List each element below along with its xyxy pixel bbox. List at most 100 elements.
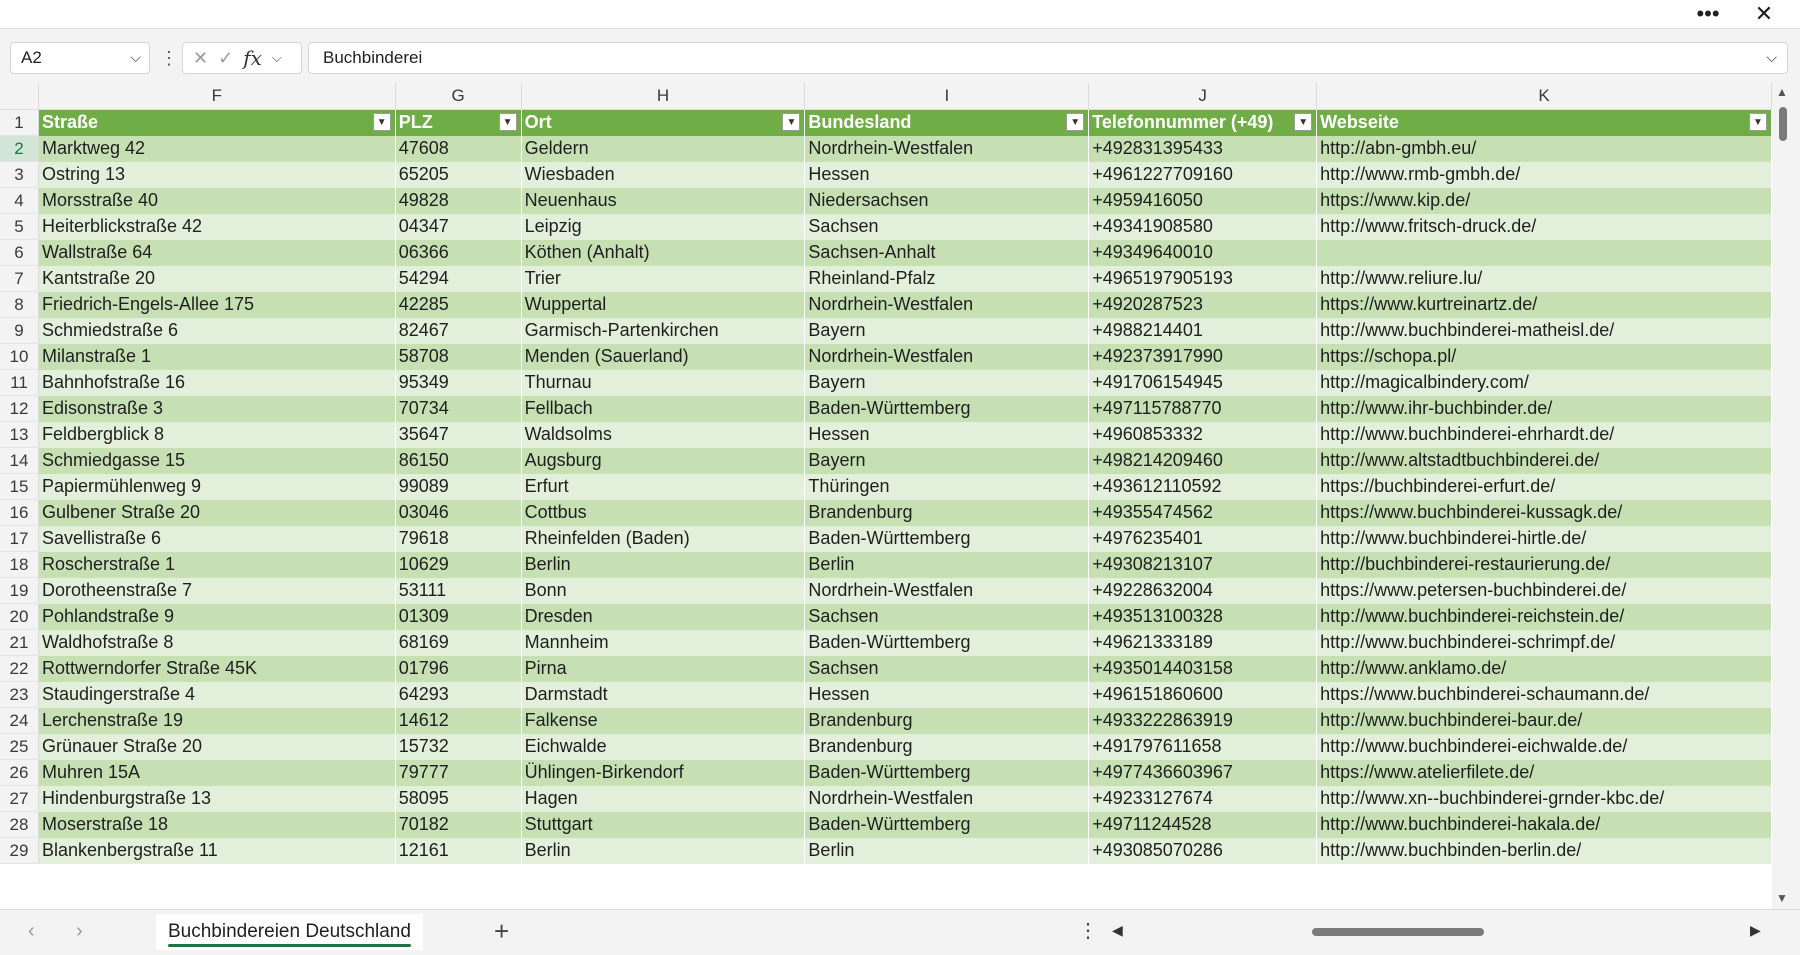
header-cell-telefon[interactable]: Telefonnummer (+49) ▼ xyxy=(1088,109,1318,136)
cell-strasse[interactable]: Milanstraße 1 xyxy=(38,343,396,370)
cell-telefon[interactable]: +492831395433 xyxy=(1088,135,1318,162)
cell-bundesland[interactable]: Bayern xyxy=(804,317,1090,344)
cell-strasse[interactable]: Kantstraße 20 xyxy=(38,265,396,292)
cell-strasse[interactable]: Marktweg 42 xyxy=(38,135,396,162)
cell-webseite[interactable]: https://www.atelierfilete.de/ xyxy=(1316,759,1772,786)
cell-strasse[interactable]: Ostring 13 xyxy=(38,161,396,188)
more-options-icon[interactable]: ••• xyxy=(1686,0,1730,28)
cell-plz[interactable]: 86150 xyxy=(395,447,522,474)
cell-telefon[interactable]: +4988214401 xyxy=(1088,317,1318,344)
row-header[interactable]: 16 xyxy=(0,499,39,526)
cell-webseite[interactable]: http://magicalbindery.com/ xyxy=(1316,369,1772,396)
cell-strasse[interactable]: Wallstraße 64 xyxy=(38,239,396,266)
cell-ort[interactable]: Garmisch-Partenkirchen xyxy=(521,317,806,344)
cell-strasse[interactable]: Bahnhofstraße 16 xyxy=(38,369,396,396)
cell-webseite[interactable]: http://www.fritsch-druck.de/ xyxy=(1316,213,1772,240)
row-header[interactable]: 23 xyxy=(0,681,39,708)
cell-plz[interactable]: 58708 xyxy=(395,343,522,370)
cell-strasse[interactable]: Moserstraße 18 xyxy=(38,811,396,838)
cell-bundesland[interactable]: Bayern xyxy=(804,369,1090,396)
cell-webseite[interactable]: http://www.buchbinderei-hirtle.de/ xyxy=(1316,525,1772,552)
cell-ort[interactable]: Hagen xyxy=(521,785,806,812)
cell-bundesland[interactable]: Nordrhein-Westfalen xyxy=(804,577,1090,604)
cell-webseite[interactable]: http://www.altstadtbuchbinderei.de/ xyxy=(1316,447,1772,474)
cell-plz[interactable]: 15732 xyxy=(395,733,522,760)
row-header[interactable]: 27 xyxy=(0,785,39,812)
column-header-k[interactable]: K xyxy=(1316,83,1772,110)
cell-plz[interactable]: 68169 xyxy=(395,629,522,656)
cell-bundesland[interactable]: Hessen xyxy=(804,421,1090,448)
row-header[interactable]: 6 xyxy=(0,239,39,266)
cell-bundesland[interactable]: Sachsen-Anhalt xyxy=(804,239,1090,266)
row-header[interactable]: 5 xyxy=(0,213,39,240)
cell-strasse[interactable]: Hindenburgstraße 13 xyxy=(38,785,396,812)
scroll-down-icon[interactable]: ▼ xyxy=(1776,891,1788,905)
cell-plz[interactable]: 01309 xyxy=(395,603,522,630)
vertical-dots-icon[interactable]: ⋮ xyxy=(160,48,178,69)
filter-dropdown-icon[interactable]: ▼ xyxy=(1294,113,1313,131)
cell-bundesland[interactable]: Baden-Württemberg xyxy=(804,759,1090,786)
cell-strasse[interactable]: Grünauer Straße 20 xyxy=(38,733,396,760)
cell-telefon[interactable]: +498214209460 xyxy=(1088,447,1318,474)
horizontal-scrollbar[interactable]: ◀ ▶ xyxy=(1108,920,1768,942)
cell-strasse[interactable]: Edisonstraße 3 xyxy=(38,395,396,422)
cell-bundesland[interactable]: Brandenburg xyxy=(804,733,1090,760)
cell-telefon[interactable]: +49711244528 xyxy=(1088,811,1318,838)
cell-webseite[interactable]: http://buchbinderei-restaurierung.de/ xyxy=(1316,551,1772,578)
scroll-right-icon[interactable]: ▶ xyxy=(1750,922,1761,939)
cell-telefon[interactable]: +49308213107 xyxy=(1088,551,1318,578)
cell-bundesland[interactable]: Berlin xyxy=(804,837,1090,864)
cell-ort[interactable]: Wuppertal xyxy=(521,291,806,318)
cell-ort[interactable]: Mannheim xyxy=(521,629,806,656)
cell-ort[interactable]: Fellbach xyxy=(521,395,806,422)
cell-ort[interactable]: Falkense xyxy=(521,707,806,734)
cell-bundesland[interactable]: Nordrhein-Westfalen xyxy=(804,135,1090,162)
cell-ort[interactable]: Erfurt xyxy=(521,473,806,500)
add-sheet-icon[interactable]: + xyxy=(494,916,509,947)
cell-telefon[interactable]: +4977436603967 xyxy=(1088,759,1318,786)
cell-webseite[interactable]: http://www.xn--buchbinderei-grnder-kbc.d… xyxy=(1316,785,1772,812)
cell-ort[interactable]: Berlin xyxy=(521,551,806,578)
row-header[interactable]: 15 xyxy=(0,473,39,500)
row-header[interactable]: 22 xyxy=(0,655,39,682)
cell-plz[interactable]: 03046 xyxy=(395,499,522,526)
cell-ort[interactable]: Leipzig xyxy=(521,213,806,240)
header-cell-ort[interactable]: Ort ▼ xyxy=(521,109,806,136)
cell-ort[interactable]: Eichwalde xyxy=(521,733,806,760)
column-header-i[interactable]: I xyxy=(804,83,1090,110)
cell-webseite[interactable]: http://www.reliure.lu/ xyxy=(1316,265,1772,292)
cell-ort[interactable]: Pirna xyxy=(521,655,806,682)
formula-input[interactable]: Buchbinderei ⌵ xyxy=(308,42,1788,74)
sheet-tab-buchbindereien-deutschland[interactable]: Buchbindereien Deutschland xyxy=(156,914,423,950)
vertical-scroll-thumb[interactable] xyxy=(1779,107,1787,141)
cell-telefon[interactable]: +493085070286 xyxy=(1088,837,1318,864)
cell-ort[interactable]: Menden (Sauerland) xyxy=(521,343,806,370)
cell-webseite[interactable]: https://www.kurtreinartz.de/ xyxy=(1316,291,1772,318)
cell-plz[interactable]: 95349 xyxy=(395,369,522,396)
cell-bundesland[interactable]: Brandenburg xyxy=(804,499,1090,526)
insert-function-icon[interactable]: fx xyxy=(243,46,262,70)
cell-strasse[interactable]: Muhren 15A xyxy=(38,759,396,786)
cell-bundesland[interactable]: Baden-Württemberg xyxy=(804,525,1090,552)
scroll-left-icon[interactable]: ◀ xyxy=(1112,922,1123,939)
cell-plz[interactable]: 54294 xyxy=(395,265,522,292)
cancel-icon[interactable]: ✕ xyxy=(193,48,208,69)
cell-telefon[interactable]: +4961227709160 xyxy=(1088,161,1318,188)
cell-bundesland[interactable]: Hessen xyxy=(804,161,1090,188)
chevron-down-icon[interactable]: ⌵ xyxy=(272,50,282,66)
cell-webseite[interactable]: http://www.buchbinderei-eichwalde.de/ xyxy=(1316,733,1772,760)
chevron-down-icon[interactable]: ⌵ xyxy=(130,49,141,66)
cell-webseite[interactable]: http://abn-gmbh.eu/ xyxy=(1316,135,1772,162)
cell-ort[interactable]: Dresden xyxy=(521,603,806,630)
vertical-dots-icon[interactable]: ⋮ xyxy=(1078,918,1098,943)
cell-webseite[interactable]: http://www.buchbinderei-ehrhardt.de/ xyxy=(1316,421,1772,448)
row-header[interactable]: 17 xyxy=(0,525,39,552)
cell-ort[interactable]: Waldsolms xyxy=(521,421,806,448)
filter-dropdown-icon[interactable]: ▼ xyxy=(1749,113,1767,131)
cell-plz[interactable]: 42285 xyxy=(395,291,522,318)
cell-plz[interactable]: 35647 xyxy=(395,421,522,448)
cell-telefon[interactable]: +496151860600 xyxy=(1088,681,1318,708)
cell-telefon[interactable]: +4959416050 xyxy=(1088,187,1318,214)
cell-strasse[interactable]: Blankenbergstraße 11 xyxy=(38,837,396,864)
row-header[interactable]: 8 xyxy=(0,291,39,318)
